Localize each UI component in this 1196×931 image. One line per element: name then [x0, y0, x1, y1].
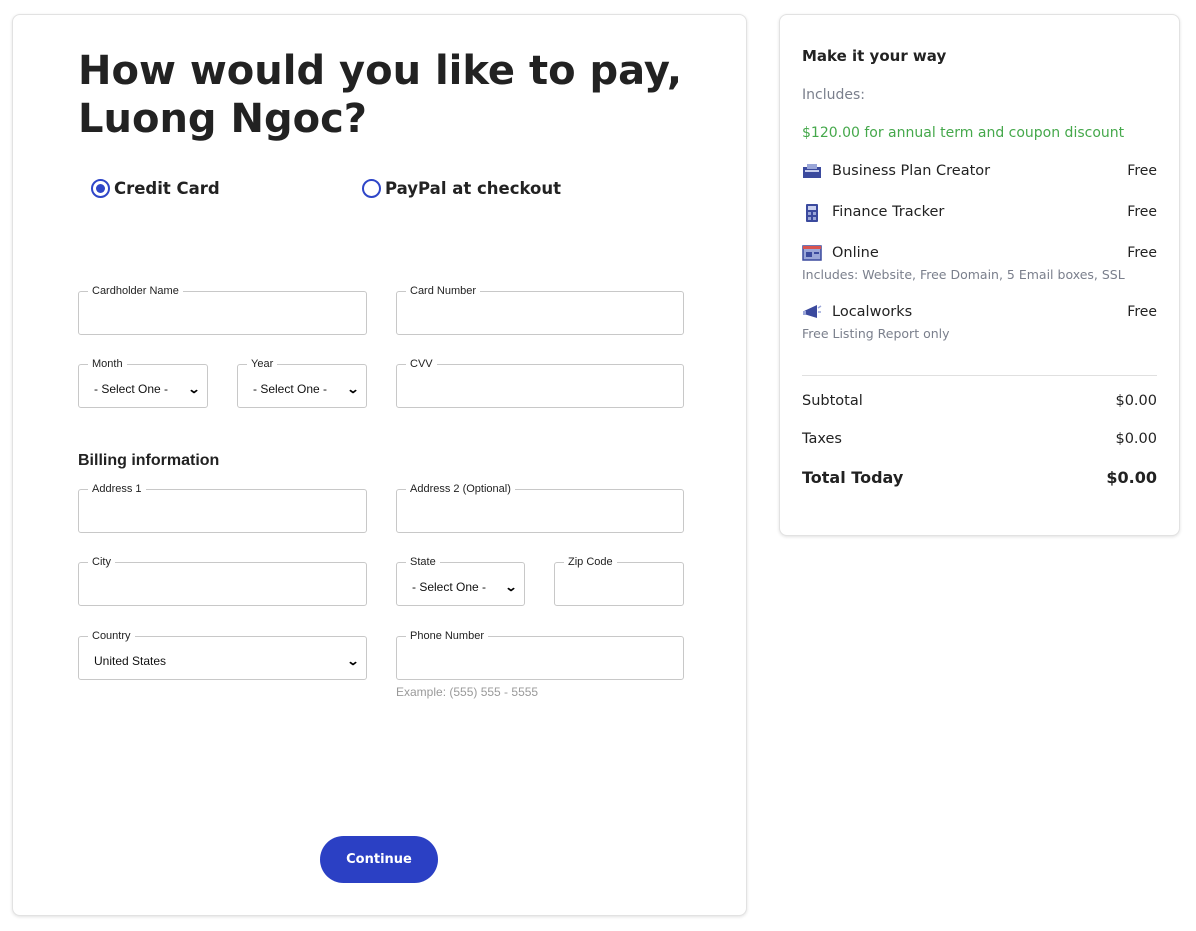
discount-text: $120.00 for annual term and coupon disco…	[802, 125, 1125, 141]
cvv-field[interactable]: CVV	[396, 358, 684, 408]
summary-divider	[802, 375, 1157, 376]
paypal-radio[interactable]	[362, 179, 381, 198]
total-label: Total Today	[802, 468, 904, 487]
year-select[interactable]: Year - Select One - ⌄	[237, 358, 367, 408]
year-select-display: - Select One - ⌄	[253, 380, 360, 398]
megaphone-icon	[802, 304, 822, 320]
item-name: Finance Tracker	[832, 204, 945, 220]
year-value: - Select One -	[253, 382, 328, 396]
total-value: $0.00	[1106, 468, 1157, 487]
taxes-label: Taxes	[802, 431, 842, 447]
month-select[interactable]: Month - Select One - ⌄	[78, 358, 208, 408]
cardholder-name-input[interactable]	[89, 306, 356, 328]
address1-label: Address 1	[88, 483, 146, 496]
subtotal-label: Subtotal	[802, 393, 863, 409]
summary-item: Finance Tracker Free	[802, 204, 1157, 222]
country-label: Country	[88, 630, 135, 643]
phone-number-field[interactable]: Phone Number	[396, 630, 684, 680]
subtotal-row: Subtotal $0.00	[802, 393, 1157, 409]
city-field[interactable]: City	[78, 556, 367, 606]
taxes-row: Taxes $0.00	[802, 431, 1157, 447]
business-plan-icon	[802, 163, 822, 179]
chevron-down-icon: ⌄	[346, 382, 360, 396]
item-subtext: Includes: Website, Free Domain, 5 Email …	[802, 267, 1125, 282]
cvv-input[interactable]	[407, 379, 673, 401]
total-row: Total Today $0.00	[802, 468, 1157, 487]
page-title: How would you like to pay, Luong Ngoc?	[78, 48, 683, 142]
month-label: Month	[88, 358, 127, 371]
cardholder-name-field[interactable]: Cardholder Name	[78, 285, 367, 335]
address1-input[interactable]	[89, 504, 356, 526]
state-label: State	[406, 556, 440, 569]
year-label: Year	[247, 358, 278, 371]
cardholder-name-label: Cardholder Name	[88, 285, 183, 298]
zip-code-input[interactable]	[565, 577, 673, 599]
state-value: - Select One -	[412, 580, 487, 594]
chevron-down-icon: ⌄	[187, 382, 201, 396]
item-name: Online	[832, 245, 879, 261]
zip-code-field[interactable]: Zip Code	[554, 556, 684, 606]
month-select-display: - Select One - ⌄	[94, 380, 201, 398]
calculator-icon	[802, 204, 822, 222]
item-price: Free	[1127, 245, 1157, 261]
chevron-down-icon: ⌄	[346, 654, 360, 668]
phone-number-label: Phone Number	[406, 630, 488, 643]
taxes-value: $0.00	[1115, 431, 1157, 447]
includes-label: Includes:	[802, 87, 865, 103]
item-name: Business Plan Creator	[832, 163, 991, 179]
address2-field[interactable]: Address 2 (Optional)	[396, 483, 684, 533]
phone-number-input[interactable]	[407, 651, 673, 673]
credit-card-label: Credit Card	[114, 179, 220, 198]
address2-input[interactable]	[407, 504, 673, 526]
summary-item: Online Free Includes: Website, Free Doma…	[802, 245, 1157, 282]
address2-label: Address 2 (Optional)	[406, 483, 515, 496]
country-select[interactable]: Country United States ⌄	[78, 630, 367, 680]
item-price: Free	[1127, 304, 1157, 320]
cvv-label: CVV	[406, 358, 437, 371]
phone-hint: Example: (555) 555 - 5555	[396, 685, 539, 699]
credit-card-option[interactable]: Credit Card	[91, 179, 220, 198]
city-input[interactable]	[89, 577, 356, 599]
billing-title: Billing information	[78, 452, 220, 469]
summary-item: Localworks Free Free Listing Report only	[802, 304, 1157, 341]
continue-button[interactable]: Continue	[320, 836, 438, 883]
payment-card: How would you like to pay, Luong Ngoc? C…	[12, 14, 747, 916]
state-select-display: - Select One - ⌄	[412, 578, 518, 596]
credit-card-radio[interactable]	[91, 179, 110, 198]
card-number-field[interactable]: Card Number	[396, 285, 684, 335]
summary-title: Make it your way	[802, 47, 947, 65]
subtotal-value: $0.00	[1115, 393, 1157, 409]
state-select[interactable]: State - Select One - ⌄	[396, 556, 525, 606]
website-icon	[802, 245, 822, 261]
item-price: Free	[1127, 204, 1157, 220]
address1-field[interactable]: Address 1	[78, 483, 367, 533]
item-price: Free	[1127, 163, 1157, 179]
paypal-label: PayPal at checkout	[385, 179, 561, 198]
card-number-label: Card Number	[406, 285, 481, 298]
city-label: City	[88, 556, 115, 569]
paypal-option[interactable]: PayPal at checkout	[362, 179, 561, 198]
order-summary-card: Make it your way Includes: $120.00 for a…	[779, 14, 1180, 536]
month-value: - Select One -	[94, 382, 169, 396]
item-subtext: Free Listing Report only	[802, 326, 950, 341]
chevron-down-icon: ⌄	[504, 580, 518, 594]
card-number-input[interactable]	[407, 306, 673, 328]
country-select-display: United States ⌄	[94, 652, 360, 670]
summary-item: Business Plan Creator Free	[802, 163, 1157, 179]
zip-code-label: Zip Code	[564, 556, 617, 569]
country-value: United States	[94, 654, 167, 668]
item-name: Localworks	[832, 304, 913, 320]
